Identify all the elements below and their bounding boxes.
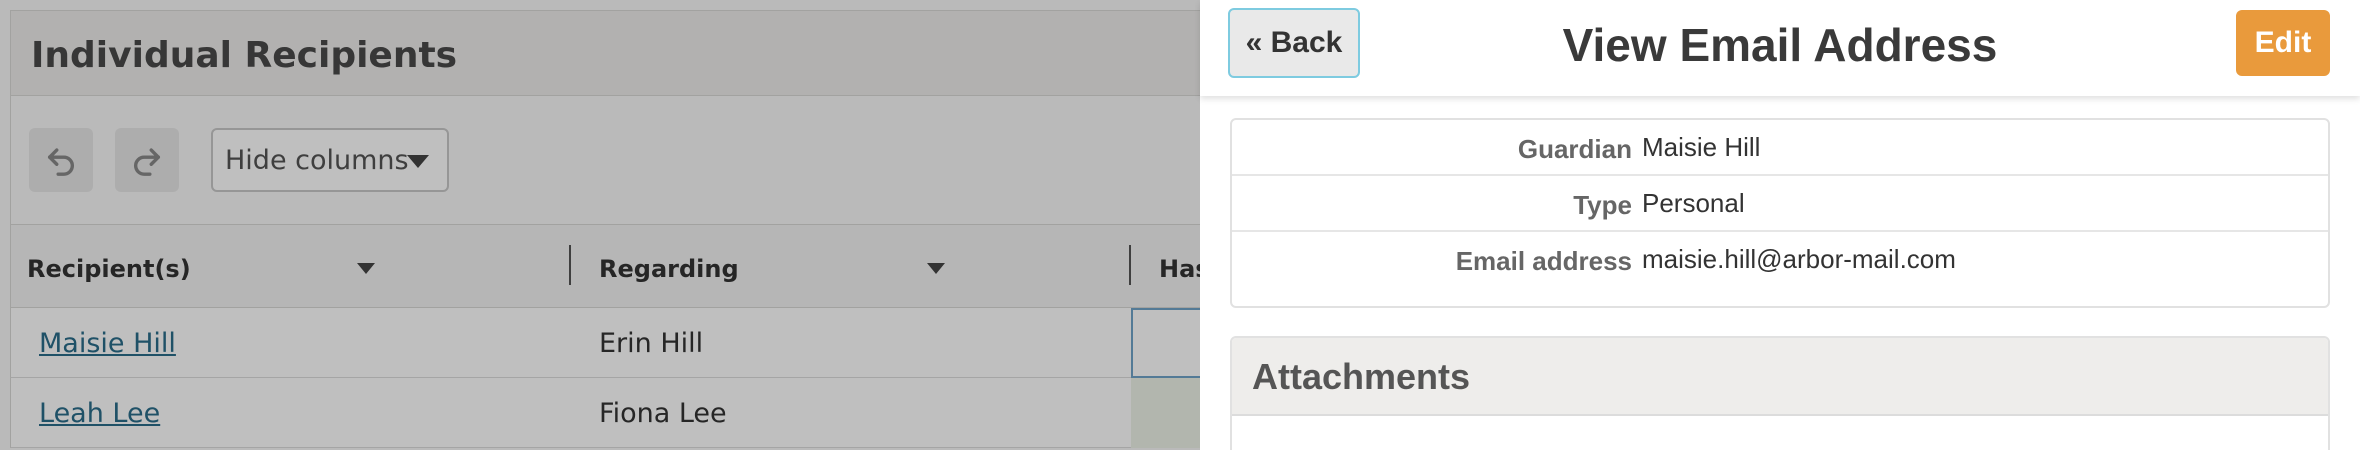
- attachments-section: Attachments: [1230, 336, 2330, 450]
- recipients-header: Individual Recipients: [10, 10, 1200, 96]
- table-row[interactable]: Leah Lee Fiona Lee: [10, 378, 1211, 448]
- page-title: View Email Address: [1562, 19, 1998, 71]
- redo-button[interactable]: [115, 128, 179, 192]
- table-cell-focused[interactable]: [1131, 308, 1211, 378]
- column-header-recipients[interactable]: Recipient(s): [27, 255, 191, 283]
- regarding-cell: Fiona Lee: [599, 398, 727, 429]
- table-cell[interactable]: [1131, 378, 1211, 448]
- recipient-link[interactable]: Maisie Hill: [39, 328, 176, 359]
- chevron-down-icon: [407, 155, 429, 168]
- column-resize-handle[interactable]: [1129, 245, 1131, 285]
- detail-value: Personal: [1642, 188, 1745, 218]
- column-menu-icon[interactable]: [357, 263, 375, 274]
- redo-icon: [134, 148, 161, 176]
- undo-button[interactable]: [29, 128, 93, 192]
- detail-row-guardian: Guardian Maisie Hill: [1232, 120, 2328, 176]
- email-details-card: Guardian Maisie Hill Type Personal Email…: [1230, 118, 2330, 308]
- hide-columns-dropdown[interactable]: Hide columns: [211, 128, 449, 192]
- edit-button[interactable]: Edit: [2236, 10, 2330, 76]
- attachments-title: Attachments: [1252, 356, 1471, 397]
- attachments-header: Attachments: [1232, 338, 2328, 416]
- hide-columns-label: Hide columns: [225, 144, 409, 176]
- view-email-panel: « Back View Email Address Edit Guardian …: [1200, 0, 2360, 450]
- column-resize-handle[interactable]: [569, 245, 571, 285]
- undo-icon: [47, 148, 74, 176]
- detail-label: Guardian: [1517, 134, 1632, 164]
- detail-value: maisie.hill@arbor-mail.com: [1642, 244, 1956, 274]
- table-header: Recipient(s) Regarding Has: [10, 224, 1210, 308]
- panel-header: « Back View Email Address Edit: [1200, 0, 2360, 96]
- regarding-cell: Erin Hill: [599, 328, 704, 359]
- recipients-title: Individual Recipients: [31, 35, 458, 76]
- detail-row-email: Email address maisie.hill@arbor-mail.com: [1232, 232, 2328, 288]
- detail-label: Email address: [1455, 246, 1632, 276]
- recipient-link[interactable]: Leah Lee: [39, 398, 160, 429]
- column-header-regarding[interactable]: Regarding: [599, 255, 739, 283]
- background-page: Individual Recipients Hide columns Recip…: [0, 0, 1211, 450]
- detail-label: Type: [1573, 190, 1632, 220]
- detail-row-type: Type Personal: [1232, 176, 2328, 232]
- detail-value: Maisie Hill: [1642, 132, 1761, 162]
- column-menu-icon[interactable]: [927, 263, 945, 274]
- table-toolbar: Hide columns: [10, 96, 1200, 224]
- table-row[interactable]: Maisie Hill Erin Hill: [10, 308, 1211, 378]
